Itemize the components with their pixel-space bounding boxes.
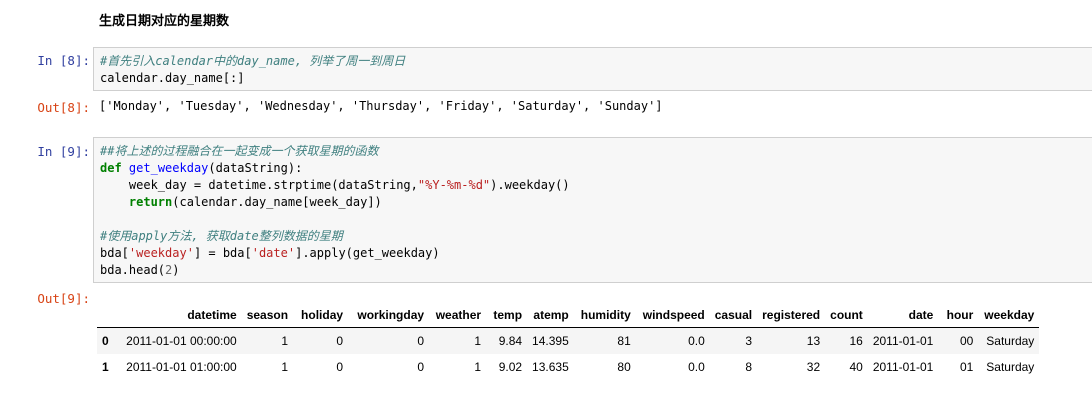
code-cell-8[interactable]: #首先引入calendar中的day_name, 列举了周一到周日 calend… <box>93 47 1092 91</box>
output-prompt-9: Out[9]: <box>37 291 90 306</box>
code-text: bda[ <box>100 246 129 260</box>
table-cell: 40 <box>849 360 863 374</box>
code-text: (calendar.day_name[week_day]) <box>172 195 382 209</box>
code-text: ).weekday() <box>490 178 570 192</box>
code-keyword: return <box>128 195 173 209</box>
row-index: 1 <box>102 360 109 374</box>
column-header: hour <box>938 303 979 328</box>
table-cell: Saturday <box>986 360 1035 374</box>
table-cell: 80 <box>617 360 631 374</box>
table-cell: 13 <box>806 334 821 348</box>
column-header: holiday <box>293 303 349 328</box>
table-cell: 0.0 <box>688 334 705 348</box>
table-cell: 3 <box>745 334 753 348</box>
code-text: bda.head( <box>100 263 166 277</box>
table-cell: 2011-01-01 <box>872 334 934 348</box>
table-cell: 14.395 <box>532 334 569 348</box>
table-cell: 0 <box>417 360 425 374</box>
column-header: temp <box>486 303 528 328</box>
code-string: 'weekday' <box>128 246 194 260</box>
code-function-name: get_weekday <box>128 161 209 175</box>
code-comment: ##将上述的过程融合在一起变成一个获取星期的函数 <box>100 144 379 158</box>
table-cell: 9.02 <box>498 360 523 374</box>
code-text: (dataString): <box>208 161 303 175</box>
table-cell: 16 <box>849 334 863 348</box>
row-index: 0 <box>102 334 109 348</box>
table-row: 0 2011-01-01 00:00:00 1 0 0 1 9.84 14.39… <box>97 327 1040 354</box>
table-cell: 13.635 <box>532 360 569 374</box>
table-cell: 1 <box>474 360 482 374</box>
table-cell: 0.0 <box>688 360 705 374</box>
column-header: season <box>241 303 294 328</box>
column-header: weekday <box>978 303 1040 328</box>
table-cell: Saturday <box>986 334 1035 348</box>
code-text: ].apply(get_weekday) <box>295 246 440 260</box>
code-text: ] = bda[ <box>193 246 252 260</box>
column-header: count <box>825 303 868 328</box>
table-row: 1 2011-01-01 01:00:00 1 0 0 1 9.02 13.63… <box>97 354 1039 380</box>
column-header: atemp <box>527 303 574 328</box>
code-line: calendar.day_name[:] <box>100 71 245 85</box>
column-header: windspeed <box>635 303 710 328</box>
table-cell: 00 <box>959 334 974 348</box>
code-keyword: def <box>100 161 122 175</box>
column-header: weather <box>429 303 487 328</box>
column-header: workingday <box>348 303 430 328</box>
code-comment: #首先引入calendar中的day_name, 列举了周一到周日 <box>100 54 406 68</box>
table-cell: 0 <box>336 334 344 348</box>
table-cell: 81 <box>617 334 631 348</box>
code-string: "%Y-%m-%d" <box>417 178 491 192</box>
table-cell: 0 <box>336 360 344 374</box>
column-header: humidity <box>573 303 636 328</box>
markdown-heading: 生成日期对应的星期数 <box>99 14 230 29</box>
index-header <box>97 303 114 328</box>
table-cell: 2011-01-01 <box>872 360 934 374</box>
table-cell: 1 <box>474 334 482 348</box>
table-cell: 2011-01-01 01:00:00 <box>126 360 237 374</box>
table-cell: 9.84 <box>498 334 523 348</box>
table-cell: 32 <box>806 360 821 374</box>
column-header: datetime <box>113 303 242 328</box>
column-header: registered <box>757 303 826 328</box>
dataframe-table: datetime season holiday workingday weath… <box>97 303 1040 380</box>
table-cell: 1 <box>281 360 289 374</box>
code-text: week_day = datetime.strptime(dataString, <box>100 178 418 192</box>
code-comment: #使用apply方法, 获取date整列数据的星期 <box>100 229 343 243</box>
table-cell: 0 <box>417 334 425 348</box>
input-prompt-8: In [8]: <box>37 53 90 68</box>
output-prompt-8: Out[8]: <box>37 100 90 115</box>
table-cell: 8 <box>745 360 753 374</box>
table-cell: 01 <box>959 360 974 374</box>
code-text: ) <box>172 263 180 277</box>
table-header-row: datetime season holiday workingday weath… <box>97 303 1040 328</box>
output-text-8: ['Monday', 'Tuesday', 'Wednesday', 'Thur… <box>99 99 663 113</box>
table-cell: 2011-01-01 00:00:00 <box>126 334 237 348</box>
table-cell: 1 <box>281 334 289 348</box>
column-header: date <box>867 303 939 328</box>
code-cell-9[interactable]: ##将上述的过程融合在一起变成一个获取星期的函数 def get_weekday… <box>93 137 1092 283</box>
column-header: casual <box>709 303 758 328</box>
code-string: 'date' <box>251 246 296 260</box>
input-prompt-9: In [9]: <box>37 144 90 159</box>
